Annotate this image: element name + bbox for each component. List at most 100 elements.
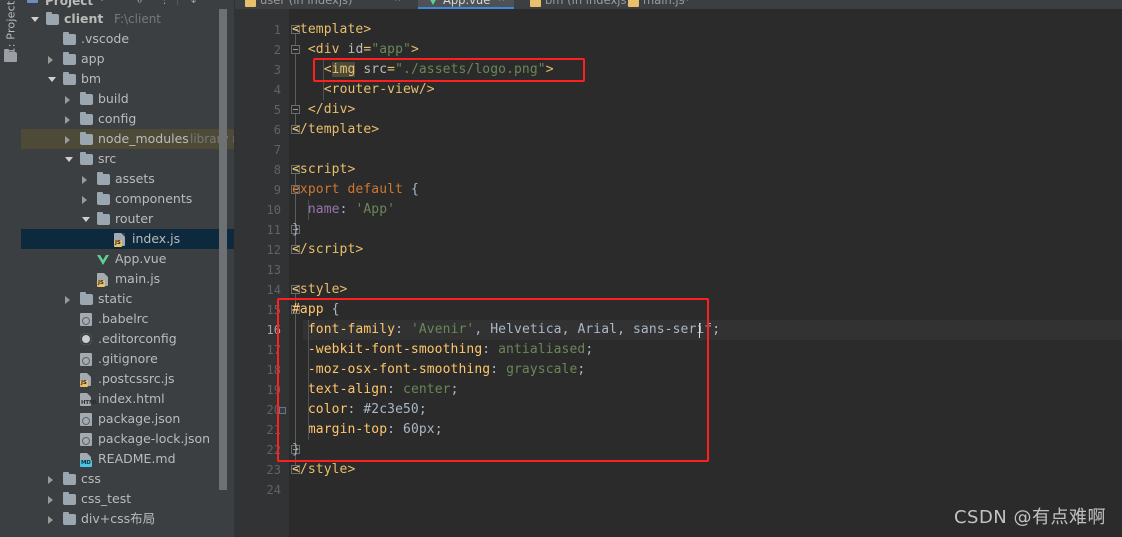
tree-row-secondary-label: library r [190, 132, 235, 146]
tab-close-icon[interactable]: ·· [394, 0, 401, 9]
tree-row[interactable]: router [21, 209, 235, 229]
tree-row[interactable]: MD README.md [21, 449, 235, 469]
tree-row[interactable]: JS .postcssrc.js [21, 369, 235, 389]
chevron-down-icon[interactable] [82, 217, 90, 222]
folder-icon [63, 72, 76, 85]
vue-file-icon [97, 254, 109, 266]
tree-row-label: router [115, 211, 154, 226]
tree-row[interactable]: package.json [21, 409, 235, 429]
tree-row[interactable]: css [21, 469, 235, 489]
line-number: 15 [266, 303, 281, 317]
code-line[interactable]: -moz-osx-font-smoothing: grayscale; [292, 360, 585, 380]
chevron-down-icon[interactable] [48, 77, 56, 82]
tree-row[interactable]: .editorconfig [21, 329, 235, 349]
color-preview-swatch[interactable] [279, 407, 286, 414]
tree-row[interactable]: App.vue [21, 249, 235, 269]
folder-icon [97, 172, 110, 185]
tree-row[interactable]: package-lock.json [21, 429, 235, 449]
code-line[interactable]: } [292, 440, 300, 460]
tree-row[interactable]: config [21, 109, 235, 129]
code-line[interactable]: <style> [292, 280, 348, 300]
indent-guide [323, 60, 325, 100]
tree-row[interactable]: JS main.js [21, 269, 235, 289]
project-tree-panel[interactable]: client F:\client .vscode app bm build config no… [21, 9, 235, 537]
editor-tab[interactable]: main.js [626, 0, 685, 9]
chevron-down-icon[interactable] [99, 0, 105, 1]
hide-icon[interactable]: ↓ [189, 0, 198, 6]
file-type-badge: JS [114, 240, 122, 247]
code-line[interactable]: </div> [292, 100, 355, 120]
chevron-right-icon[interactable] [82, 196, 87, 204]
chevron-right-icon[interactable] [48, 56, 53, 64]
line-number: 12 [266, 243, 281, 257]
chevron-down-icon[interactable] [65, 157, 73, 162]
code-line[interactable]: </style> [292, 460, 355, 480]
tab-close-icon[interactable]: ·· [682, 0, 689, 9]
code-line[interactable]: -webkit-font-smoothing: antialiased; [292, 340, 593, 360]
code-line[interactable]: <router-view/> [292, 80, 435, 100]
code-line[interactable]: </template> [292, 120, 379, 140]
chevron-down-icon[interactable] [31, 17, 39, 22]
indent-guide [307, 320, 309, 440]
project-tool-button[interactable]: 1: Project [5, 0, 18, 55]
tree-row-label: .postcssrc.js [98, 371, 175, 386]
code-line[interactable]: export default { [292, 180, 419, 200]
tree-row[interactable]: app [21, 49, 235, 69]
tree-row[interactable]: node_modules library r [21, 129, 235, 149]
tree-row[interactable]: src [21, 149, 235, 169]
code-line[interactable]: <div id="app"> [292, 40, 419, 60]
tree-row[interactable]: .babelrc [21, 309, 235, 329]
tree-row[interactable]: client F:\client [21, 9, 235, 29]
chevron-right-icon[interactable] [48, 516, 53, 524]
chevron-right-icon[interactable] [65, 116, 70, 124]
line-number: 13 [266, 263, 281, 277]
code-line[interactable]: <script> [292, 160, 355, 180]
editor-tab[interactable]: bm (in indexjs) [528, 0, 631, 9]
html-file-icon: HTML [80, 393, 98, 406]
tree-row[interactable]: assets [21, 169, 235, 189]
folder-icon [63, 492, 76, 505]
tree-row-label: src [98, 151, 117, 166]
tree-row-label: index.html [98, 391, 165, 406]
settings-icon[interactable]: ⋮ [159, 0, 170, 6]
tree-row[interactable]: .vscode [21, 29, 235, 49]
code-line[interactable]: margin-top: 60px; [292, 420, 443, 440]
code-line[interactable]: <template> [292, 20, 371, 40]
code-line[interactable]: text-align: center; [292, 380, 459, 400]
chevron-right-icon[interactable] [82, 176, 87, 184]
tree-row[interactable]: bm [21, 69, 235, 89]
tree-row[interactable]: components [21, 189, 235, 209]
line-number: 24 [266, 483, 281, 497]
tree-row[interactable]: HTML index.html [21, 389, 235, 409]
code-line[interactable]: color: #2c3e50; [292, 400, 427, 420]
tree-row[interactable]: .gitignore [21, 349, 235, 369]
tree-row[interactable]: JS index.js [21, 229, 235, 249]
js-file-icon [628, 0, 639, 7]
tree-row[interactable]: static [21, 289, 235, 309]
code-line[interactable]: font-family: 'Avenir', Helvetica, Arial,… [292, 320, 720, 340]
code-line[interactable]: } [292, 220, 300, 240]
collapse-all-icon[interactable]: ⇩ [135, 0, 144, 6]
code-line[interactable]: #app { [292, 300, 340, 320]
tree-row[interactable]: css_test [21, 489, 235, 509]
chevron-right-icon[interactable] [48, 476, 53, 484]
project-folder-icon[interactable] [4, 49, 17, 62]
editor-tab[interactable]: user (in indexjs) [243, 0, 353, 9]
code-line[interactable]: <img src="./assets/logo.png"> [292, 60, 554, 80]
json-file-icon [80, 353, 92, 366]
editor-tab-label: bm (in indexjs) [545, 0, 631, 7]
tree-row[interactable]: build [21, 89, 235, 109]
code-editor[interactable]: 1 2 3 4 5 6 7 8 9 10 11 12 13 14 15 16 17 18 19 20 21 22 23 24 … [235, 9, 1122, 537]
tree-row-label: bm [81, 71, 102, 86]
chevron-right-icon[interactable] [48, 496, 53, 504]
code-line[interactable]: </script> [292, 240, 363, 260]
tab-close-icon[interactable]: ·· [600, 0, 607, 9]
tree-row-label: index.js [132, 231, 181, 246]
chevron-right-icon[interactable] [65, 96, 70, 104]
tree-row-label: .gitignore [98, 351, 158, 366]
project-panel-scrollbar[interactable] [219, 9, 227, 490]
chevron-right-icon[interactable] [65, 136, 70, 144]
chevron-right-icon[interactable] [65, 296, 70, 304]
file-type-badge: JS [97, 280, 105, 287]
tree-row[interactable]: div+css布局 [21, 509, 235, 529]
